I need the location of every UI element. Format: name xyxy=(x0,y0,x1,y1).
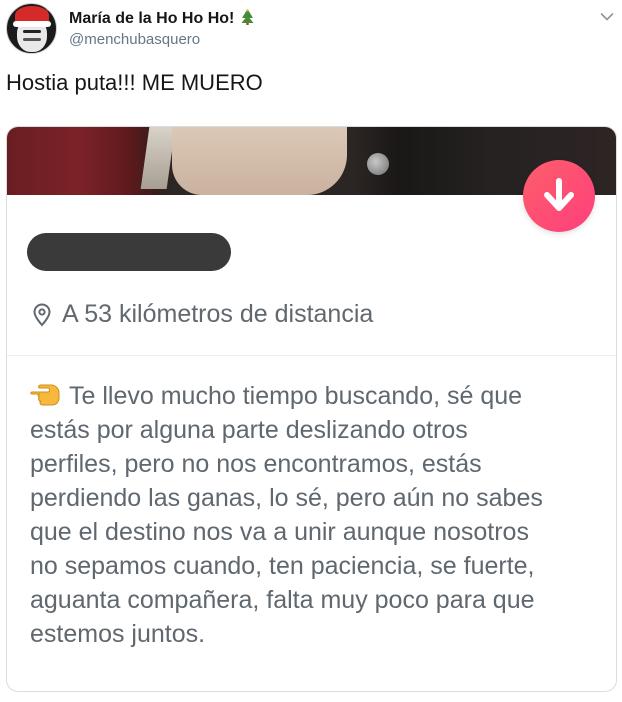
bio-line: estemos juntos. xyxy=(30,620,206,648)
user-handle[interactable]: @menchubasquero xyxy=(69,31,200,48)
redacted-name xyxy=(27,233,231,271)
bio-line: perfiles, pero no nos encontramos, estás xyxy=(30,450,482,478)
arrow-down-icon xyxy=(544,178,574,211)
tweet-text: Hostia puta!!! ME MUERO xyxy=(6,70,263,95)
bio-line-text: Te llevo mucho tiempo buscando, sé que xyxy=(69,382,523,410)
photo-button xyxy=(367,153,389,175)
profile-bio: Te llevo mucho tiempo buscando, sé que e… xyxy=(30,379,605,651)
photo-collar xyxy=(140,127,176,189)
photo-skin xyxy=(172,127,347,195)
dislike-button[interactable] xyxy=(523,160,595,232)
pointing-hand-icon xyxy=(30,384,60,406)
tweet-header: María de la Ho Ho Ho! @menchubasquero xyxy=(0,0,622,60)
tweet-media-image[interactable]: A 53 kilómetros de distancia Te llevo mu… xyxy=(6,126,617,692)
santa-hat-icon xyxy=(13,4,53,27)
location-pin-icon xyxy=(33,303,51,327)
chevron-down-icon[interactable] xyxy=(600,12,614,22)
avatar[interactable] xyxy=(6,3,57,54)
christmas-tree-icon xyxy=(241,9,254,25)
display-name[interactable]: María de la Ho Ho Ho! xyxy=(69,9,254,28)
bio-line: Te llevo mucho tiempo buscando, sé que xyxy=(30,379,605,413)
bio-line: estás por alguna parte deslizando otros xyxy=(30,416,468,444)
display-name-text: María de la Ho Ho Ho! xyxy=(69,10,235,27)
bio-line: perdiendo las ganas, lo sé, pero aún no … xyxy=(30,484,543,512)
divider xyxy=(7,355,616,356)
bio-line: que el destino nos va a unir aunque noso… xyxy=(30,518,529,546)
bio-line: no sepamos cuando, ten paciencia, se fue… xyxy=(30,552,535,580)
distance-text: A 53 kilómetros de distancia xyxy=(62,300,374,328)
bio-line: aguanta compañera, falta muy poco para q… xyxy=(30,586,535,614)
